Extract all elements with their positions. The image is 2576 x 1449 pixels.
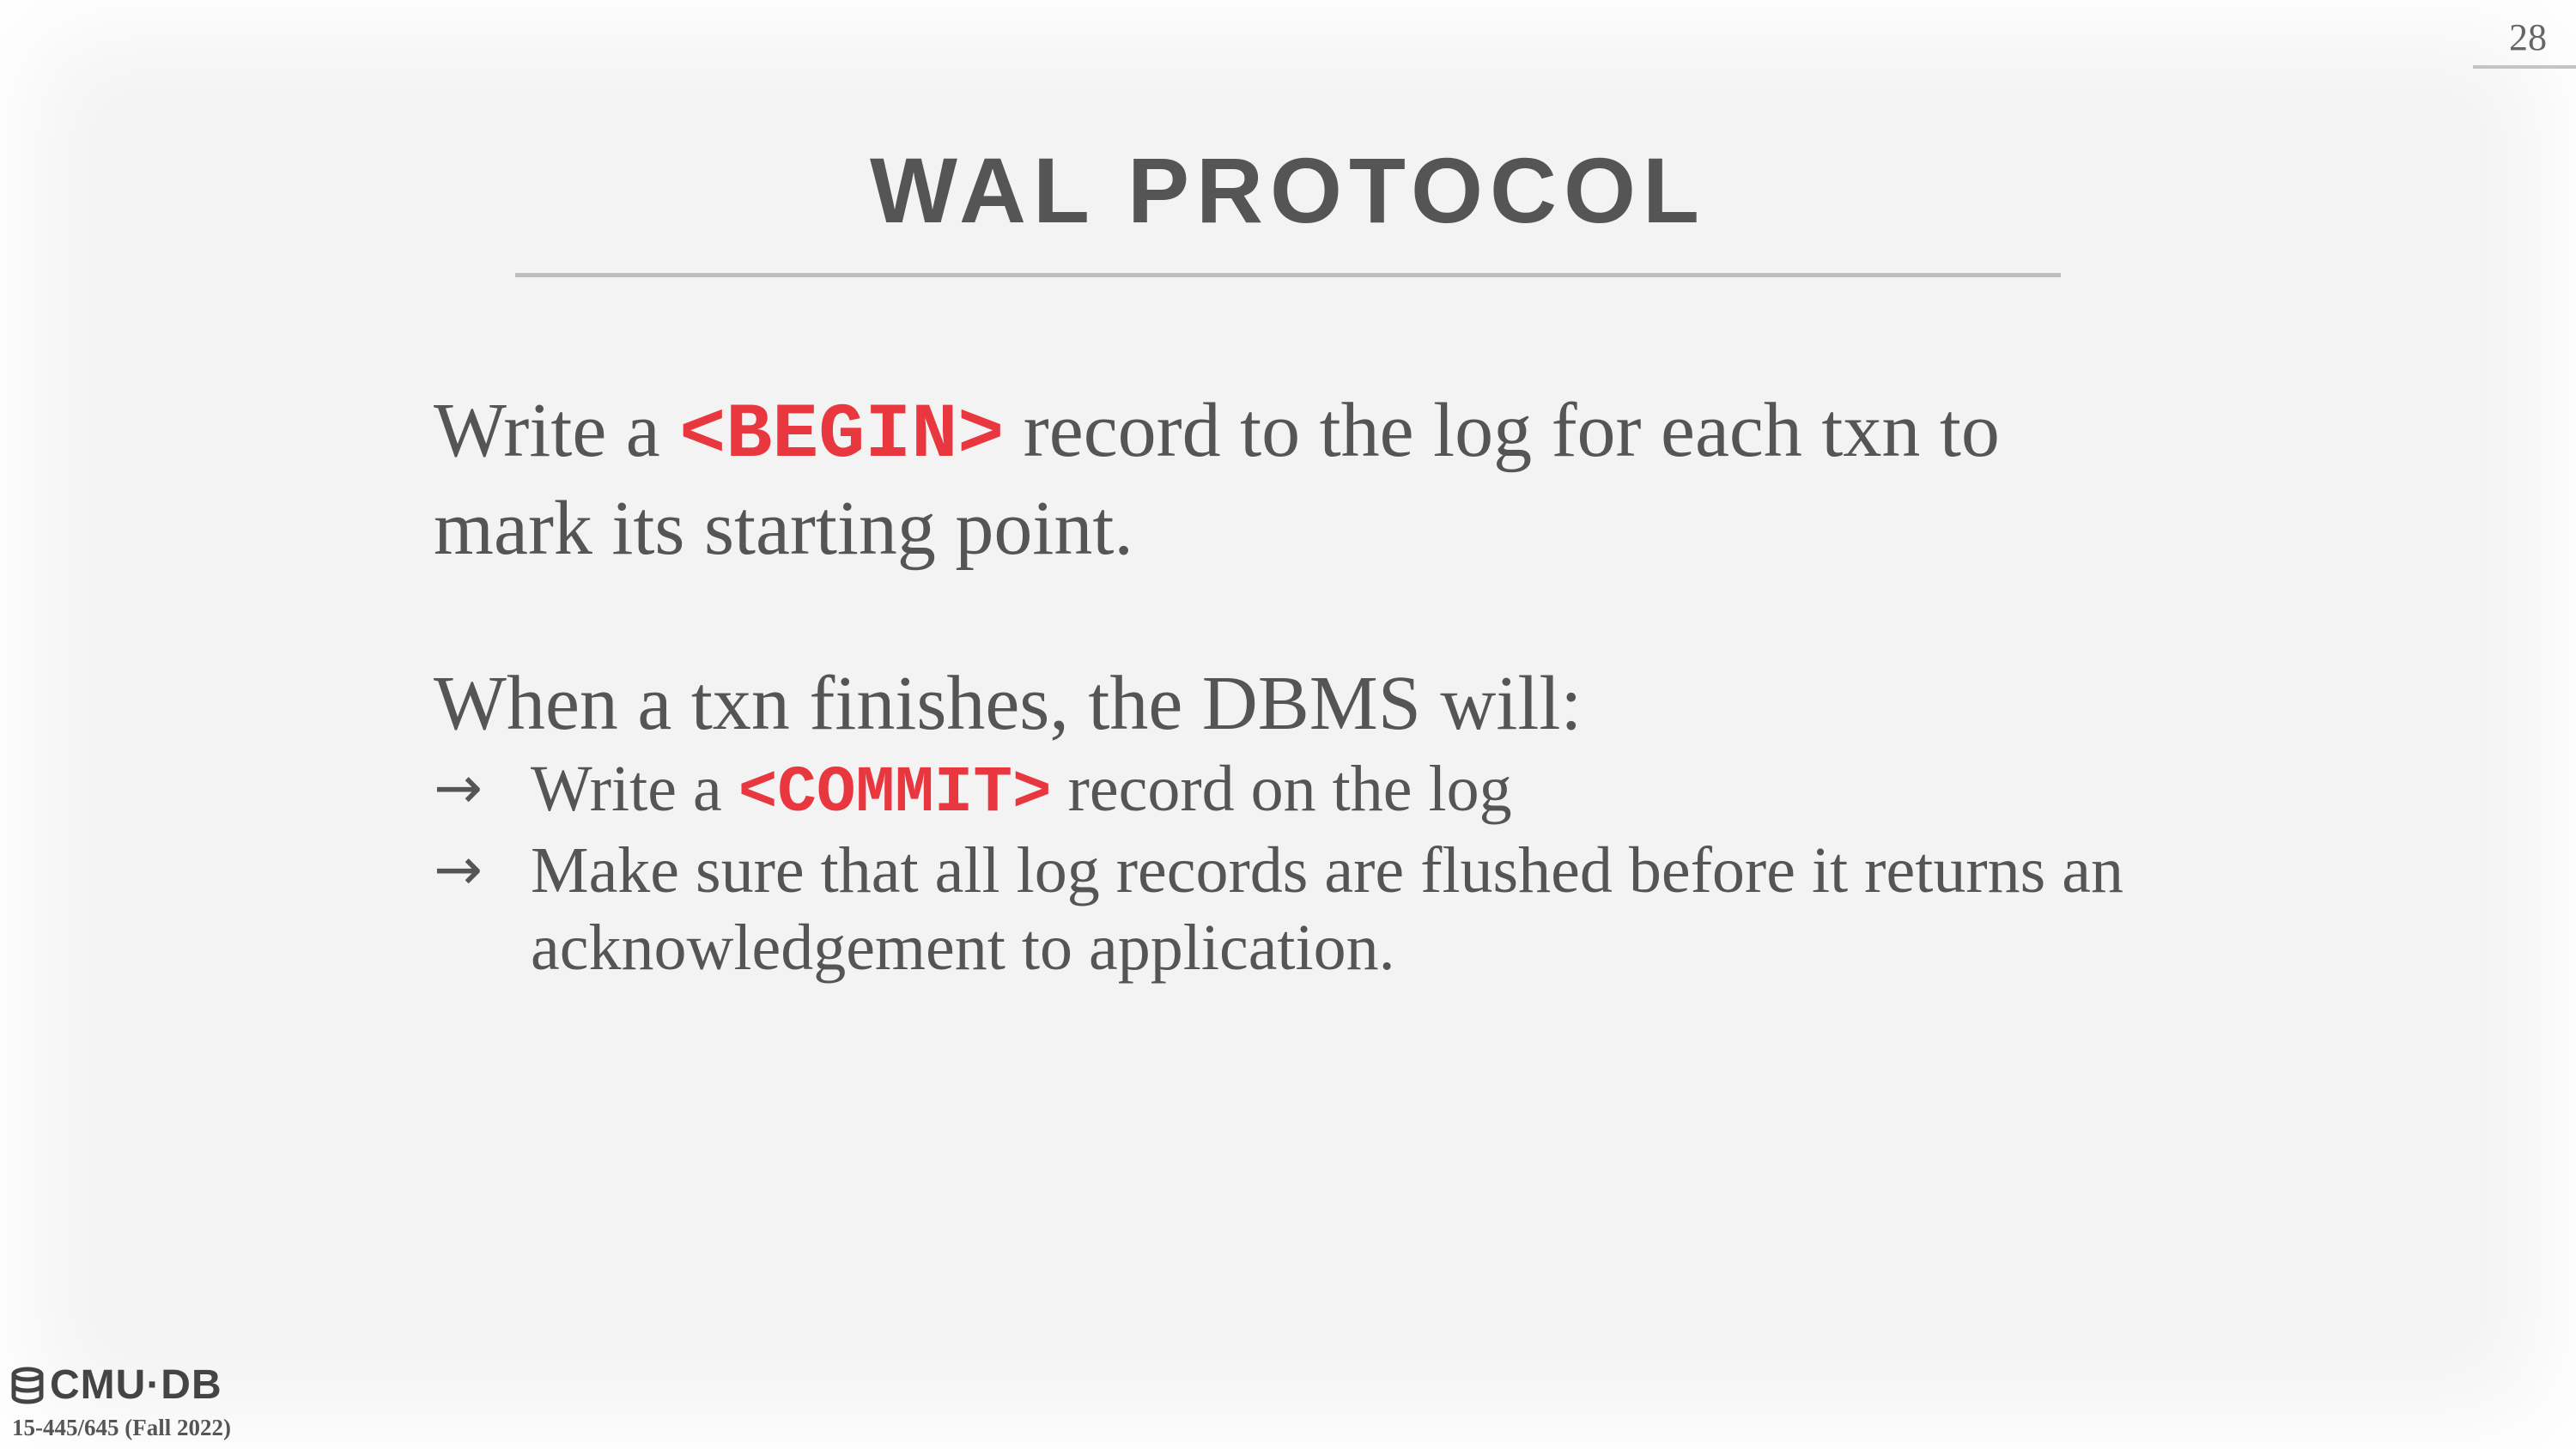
begin-paragraph-lead: Write a xyxy=(434,388,680,473)
slide-body: Write a <BEGIN> record to the log for ea… xyxy=(434,385,2168,986)
arrow-right-icon: → xyxy=(434,755,483,822)
page-number-divider xyxy=(2473,65,2576,69)
commit-bullet-lead: Write a xyxy=(531,753,738,825)
page-number: 28 xyxy=(2509,16,2547,58)
commit-record-code: <COMMIT> xyxy=(738,756,1052,830)
finish-paragraph: When a txn finishes, the DBMS will: xyxy=(434,661,1583,746)
list-item-flush: → Make sure that all log records are flus… xyxy=(434,832,2168,986)
title-divider xyxy=(515,273,2061,277)
logo-text: CMU·DB xyxy=(50,1362,222,1408)
arrow-right-icon: → xyxy=(434,836,483,904)
slide-title: WAL PROTOCOL xyxy=(869,138,1707,242)
slide: 28 WAL PROTOCOL Write a <BEGIN> record t… xyxy=(0,0,2576,1449)
cmu-db-logo: CMU·DB xyxy=(10,1361,222,1409)
commit-bullet-rest: record on the log xyxy=(1051,753,1512,825)
finish-steps-list: → Write a <COMMIT> record on the log → Mak… xyxy=(434,750,2168,986)
list-item-commit: → Write a <COMMIT> record on the log xyxy=(434,750,2168,832)
database-icon xyxy=(11,1367,44,1404)
course-label: 15-445/645 (Fall 2022) xyxy=(12,1415,231,1440)
begin-paragraph: Write a <BEGIN> record to the log for ea… xyxy=(434,385,2168,575)
flush-bullet-text: Make sure that all log records are flush… xyxy=(531,834,2123,984)
begin-record-code: <BEGIN> xyxy=(679,392,1005,480)
